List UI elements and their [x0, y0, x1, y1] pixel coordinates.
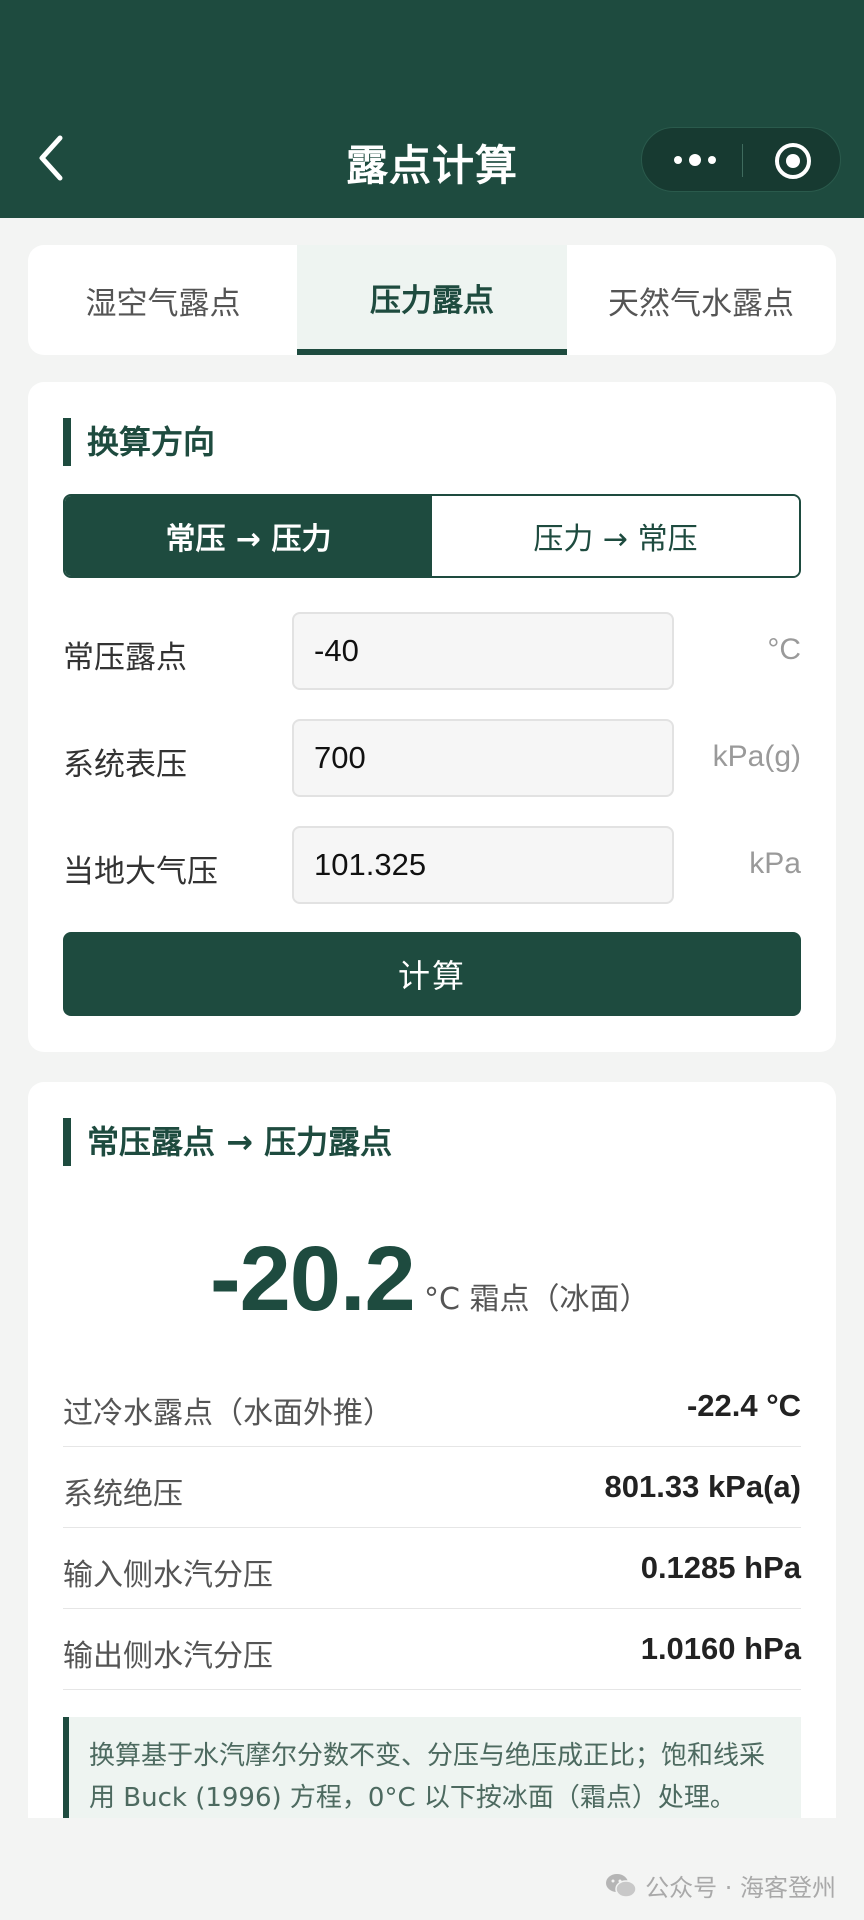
calculate-button[interactable]: 计算 [63, 932, 801, 1016]
result-row-label: 输入侧水汽分压 [63, 1558, 273, 1593]
option-atm-to-pressure[interactable]: 常压 → 压力 [65, 496, 432, 576]
more-icon[interactable] [670, 143, 720, 177]
watermark-text: 公众号 · 海客登州 [645, 1874, 836, 1902]
input-card: 换算方向 常压 → 压力 压力 → 常压 常压露点 °C 系统表压 kPa(g)… [28, 382, 836, 1052]
atm-dew-point-unit: °C [767, 633, 801, 666]
result-row-value: -22.4 °C [686, 1388, 801, 1423]
watermark: 公众号 · 海客登州 [605, 1868, 836, 1903]
direction-section-title: 换算方向 [63, 418, 215, 466]
result-card: 常压露点 → 压力露点 -20.2 °C 霜点（冰面） 过冷水露点（水面外推） … [28, 1082, 836, 1857]
option-pressure-to-atm[interactable]: 压力 → 常压 [432, 496, 799, 576]
gauge-pressure-label: 系统表压 [63, 747, 187, 783]
local-atm-pressure-unit: kPa [749, 847, 801, 880]
mode-tabs: 湿空气露点 压力露点 天然气水露点 [28, 245, 836, 355]
result-row-label: 输出侧水汽分压 [63, 1639, 273, 1674]
tab-pressure-dew-point[interactable]: 压力露点 [297, 245, 567, 355]
result-row: 输出侧水汽分压 1.0160 hPa [63, 1609, 801, 1690]
tab-humid-air-dew-point[interactable]: 湿空气露点 [28, 245, 298, 355]
direction-toggle: 常压 → 压力 压力 → 常压 [63, 494, 801, 578]
wechat-icon [606, 1873, 637, 1898]
capsule-divider [742, 144, 743, 177]
result-row: 过冷水露点（水面外推） -22.4 °C [63, 1366, 801, 1447]
result-row-value: 0.1285 hPa [640, 1550, 801, 1585]
result-row: 系统绝压 801.33 kPa(a) [63, 1447, 801, 1528]
nav-bar: 露点计算 [0, 0, 864, 218]
result-row-label: 过冷水露点（水面外推） [63, 1396, 393, 1431]
tab-natural-gas-water-dew-point[interactable]: 天然气水露点 [566, 245, 836, 355]
gauge-pressure-input[interactable] [292, 719, 674, 797]
result-unit: °C 霜点（冰面） [424, 1282, 650, 1317]
atm-dew-point-label: 常压露点 [63, 640, 187, 676]
atm-dew-point-input[interactable] [292, 612, 674, 690]
result-row-value: 801.33 kPa(a) [604, 1469, 801, 1504]
result-row-value: 1.0160 hPa [640, 1631, 801, 1666]
result-row-label: 系统绝压 [63, 1477, 183, 1512]
result-value: -20.2 [210, 1228, 416, 1330]
result-row: 输入侧水汽分压 0.1285 hPa [63, 1528, 801, 1609]
miniprogram-capsule [641, 127, 841, 192]
local-atm-pressure-input[interactable] [292, 826, 674, 904]
gauge-pressure-unit: kPa(g) [712, 740, 801, 773]
close-miniprogram-icon[interactable] [773, 141, 813, 181]
local-atm-pressure-label: 当地大气压 [63, 854, 218, 890]
result-section-title: 常压露点 → 压力露点 [63, 1118, 392, 1166]
